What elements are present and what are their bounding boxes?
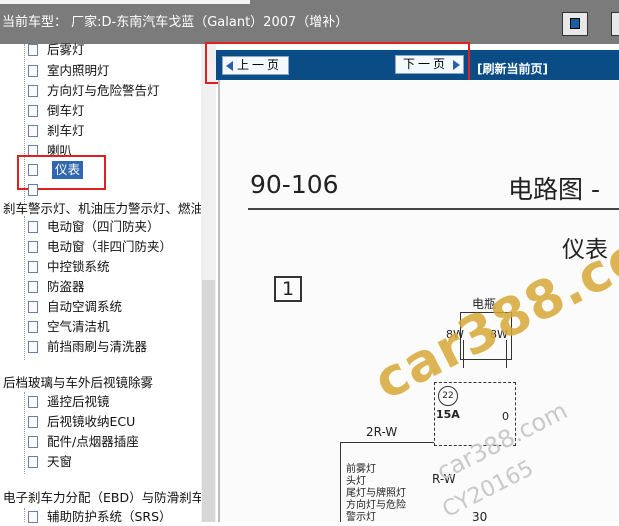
document-icon [28, 241, 38, 253]
current-model-title: 当前车型： 厂家:D-东南汽车戈蓝（Galant）2007（增补） [2, 15, 349, 30]
fuse-number: 22 [442, 391, 454, 401]
diagram-heading: 电路图 - [508, 175, 600, 204]
wire-line [340, 442, 434, 443]
tree-guide-line [24, 508, 25, 522]
document-icon [28, 44, 38, 56]
tree-item-label: 中控锁系统 [47, 259, 110, 274]
tree-item-label: 遥控后视镜 [47, 394, 110, 409]
tree-item[interactable]: 辅助防护系统（SRS） [28, 508, 172, 526]
tree-item-label: 电动窗（四门防夹） [47, 219, 160, 234]
tree-item[interactable] [28, 181, 47, 199]
window-toggle-button[interactable] [562, 12, 588, 36]
document-icon [28, 281, 38, 293]
tree-item-label: 方向灯与危险警告灯 [47, 83, 160, 98]
tree-item-label: 电动窗（非四门防夹） [47, 239, 173, 254]
wire-label: 30 [472, 510, 488, 522]
tree-folder[interactable]: 电子刹车力分配（EBD）与防滑刹车 [3, 489, 204, 507]
document-icon [28, 184, 38, 196]
title-bar-highlight [0, 0, 250, 4]
tree-item[interactable]: 中控锁系统 [28, 258, 110, 276]
document-icon [28, 105, 38, 117]
document-icon [28, 261, 38, 273]
tree-guide-line [24, 392, 25, 474]
document-icon [28, 65, 38, 77]
tree-item-label: 天窗 [47, 454, 73, 469]
tree-item-label: 刹车灯 [47, 123, 85, 138]
tree-item[interactable]: 方向灯与危险警告灯 [28, 82, 160, 100]
tree-guide-line [24, 216, 25, 360]
document-icon [28, 396, 38, 408]
tree-item[interactable]: 空气清洁机 [28, 318, 110, 336]
document-icon [28, 125, 38, 137]
section-number-box: 1 [274, 276, 302, 302]
tree-item[interactable]: 防盗器 [28, 278, 85, 296]
document-icon [28, 341, 38, 353]
tree-item[interactable]: 遥控后视镜 [28, 393, 110, 411]
tree-item[interactable]: 刹车灯 [28, 122, 85, 140]
document-icon [28, 456, 38, 468]
tree-item-label: 前挡雨刷与清洗器 [47, 339, 148, 354]
toolbar-button-partial[interactable] [611, 12, 619, 36]
tree-item-label: 后雾灯 [47, 42, 85, 57]
tree-folder[interactable]: 刹车警示灯、机油压力警示灯、燃油 [3, 200, 203, 218]
document-icon [28, 436, 38, 448]
fuse-number-circle: 22 [438, 386, 458, 406]
tree-item-label: 空气清洁机 [47, 319, 110, 334]
document-icon [28, 301, 38, 313]
tree-item[interactable]: 电动窗（非四门防夹） [28, 238, 172, 256]
tree-folder-label: 刹车警示灯、机油压力警示灯、燃油 [3, 201, 204, 216]
title-bar: 当前车型： 厂家:D-东南汽车戈蓝（Galant）2007（增补） [0, 0, 619, 44]
wire-label: 2R-W [366, 425, 398, 439]
heading-rule [248, 208, 619, 210]
document-icon [28, 511, 38, 523]
document-icon [28, 85, 38, 97]
tree-item[interactable]: 倒车灯 [28, 102, 85, 120]
tree-item[interactable]: 天窗 [28, 453, 72, 471]
tree-item-label: 室内照明灯 [47, 63, 110, 78]
tree-item-label: 防盗器 [47, 279, 85, 294]
document-icon [28, 416, 38, 428]
circuit-note: 警示灯 [346, 512, 376, 522]
document-icon [28, 221, 38, 233]
section-number: 1 [281, 278, 295, 300]
tree-item-label: 倒车灯 [47, 103, 85, 118]
document-icon [28, 321, 38, 333]
tree-folder-label: 电子刹车力分配（EBD）与防滑刹车 [3, 490, 205, 505]
wire-line [340, 442, 341, 522]
sidebar-scrollbar-thumb[interactable] [202, 280, 215, 522]
tree-folder-label: 后档玻璃与车外后视镜除雾 [3, 375, 154, 390]
page-number: 90-106 [250, 170, 339, 199]
tree-item[interactable]: 配件/点烟器插座 [28, 433, 139, 451]
tree-item[interactable]: 后雾灯 [28, 41, 85, 59]
tree-item-label: 配件/点烟器插座 [47, 434, 139, 449]
tree-item[interactable]: 前挡雨刷与清洗器 [28, 338, 147, 356]
refresh-current-page-link[interactable]: [刷新当前页] [477, 60, 548, 77]
tree-item[interactable]: 后视镜收纳ECU [28, 413, 135, 431]
window-icon [570, 18, 580, 29]
highlight-box [205, 42, 470, 84]
tree-item-label: 后视镜收纳ECU [47, 414, 136, 429]
tree-item[interactable]: 自动空调系统 [28, 298, 122, 316]
tree-item[interactable]: 电动窗（四门防夹） [28, 218, 160, 236]
tree-folder[interactable]: 后档玻璃与车外后视镜除雾 [3, 374, 153, 392]
tree-item-label: 自动空调系统 [47, 299, 123, 314]
tree-item[interactable]: 室内照明灯 [28, 62, 110, 80]
fuse-rating: 15A [436, 408, 460, 421]
